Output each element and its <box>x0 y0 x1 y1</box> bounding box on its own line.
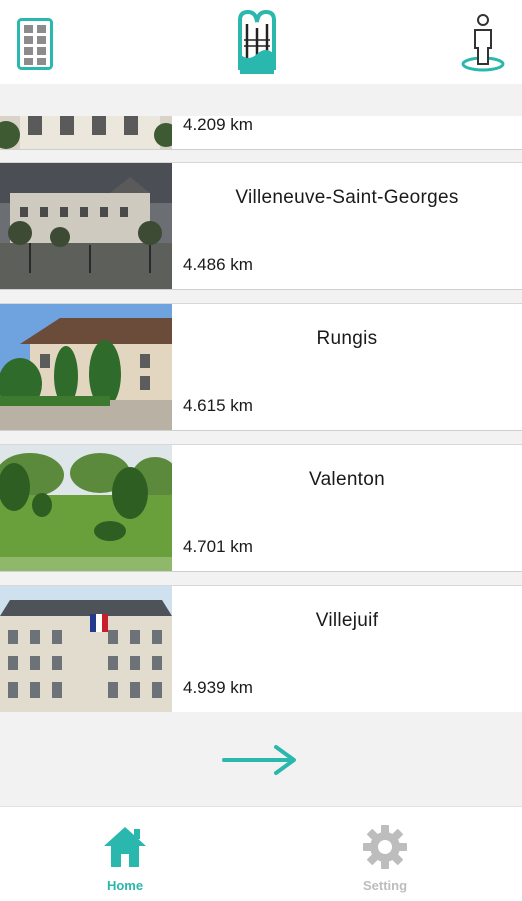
place-photo <box>0 586 172 712</box>
place-name: Villejuif <box>315 610 379 631</box>
place-distance: 4.209 km <box>183 116 253 134</box>
nav-setting[interactable]: Setting <box>305 807 465 901</box>
person-pin-icon[interactable] <box>460 12 506 72</box>
nav-home-label: Home <box>106 878 144 893</box>
home-icon <box>104 827 146 867</box>
place-distance: 4.701 km <box>183 537 253 556</box>
place-card[interactable]: Valenton 4.701 km <box>0 444 522 572</box>
place-name: Villeneuve-Saint-Georges <box>235 187 459 208</box>
arrow-right-icon[interactable] <box>220 742 300 778</box>
place-card[interactable]: Villeneuve-Saint-Georges 4.486 km <box>0 162 522 290</box>
place-name: Valenton <box>309 469 385 490</box>
place-name: Rungis <box>316 328 378 349</box>
place-photo <box>0 163 172 289</box>
place-photo <box>0 445 172 571</box>
app-logo-icon[interactable] <box>236 9 278 76</box>
place-card[interactable]: Villejuif 4.939 km <box>0 585 522 712</box>
place-distance: 4.615 km <box>183 396 253 415</box>
place-card[interactable]: Rungis 4.615 km <box>0 303 522 431</box>
place-card[interactable]: 4.209 km <box>0 116 522 150</box>
places-list[interactable]: 4.209 km Villeneuve-Saint-Georges 4.486 … <box>0 116 522 712</box>
place-distance: 4.939 km <box>183 678 253 697</box>
place-photo <box>0 116 172 149</box>
gear-icon <box>363 825 407 869</box>
nav-setting-label: Setting <box>362 878 408 893</box>
grid-menu-icon[interactable] <box>17 18 53 70</box>
nav-home[interactable]: Home <box>45 807 205 901</box>
place-distance: 4.486 km <box>183 255 253 274</box>
top-app-bar <box>0 0 522 84</box>
place-photo <box>0 304 172 430</box>
bottom-navigation: Home Setting <box>0 806 522 901</box>
